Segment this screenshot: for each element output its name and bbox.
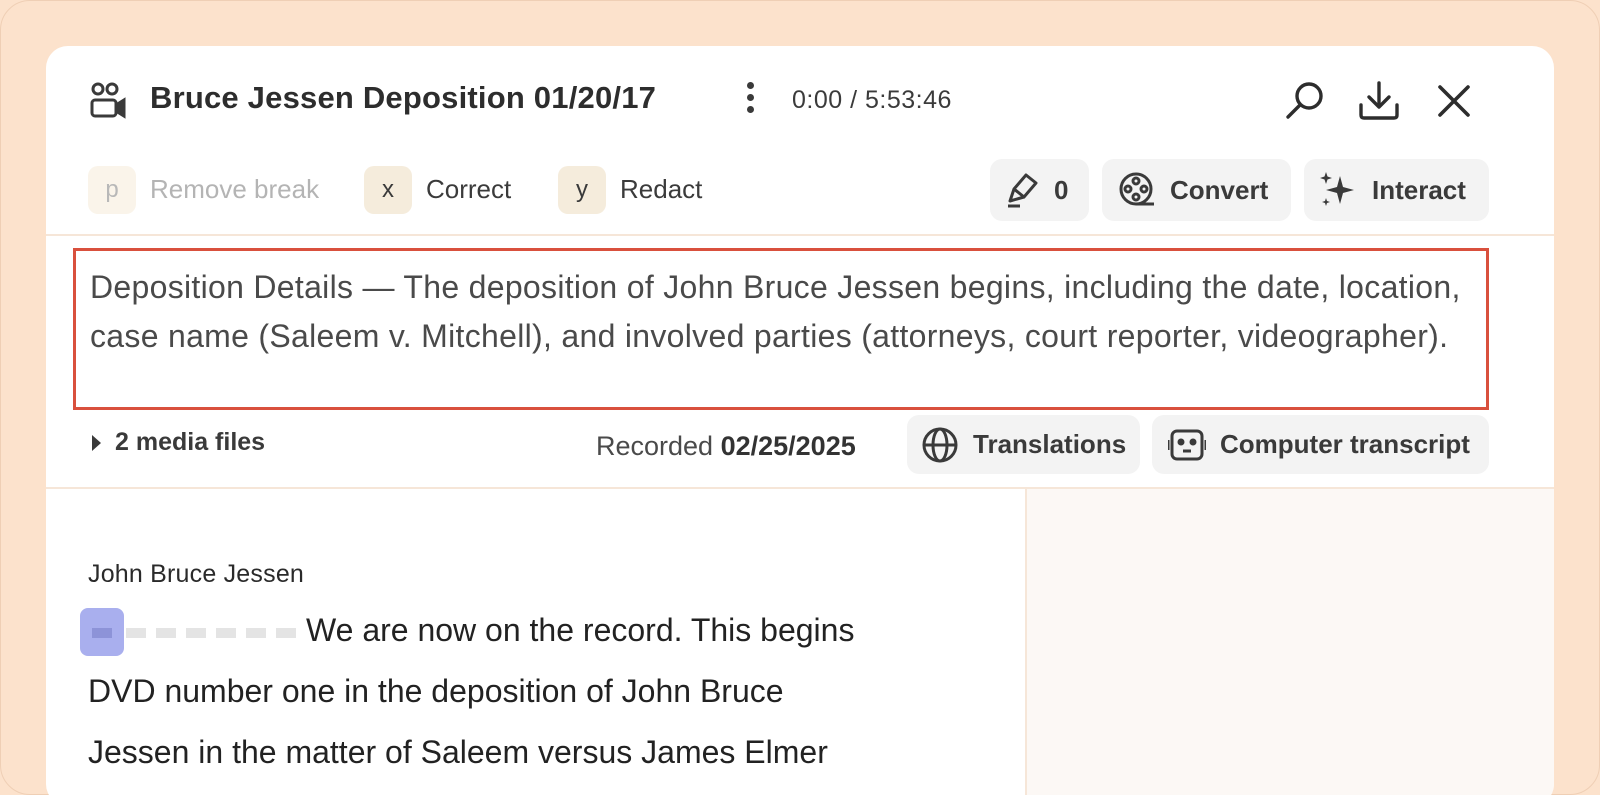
media-files-toggle[interactable]: 2 media files	[92, 428, 265, 457]
robot-icon	[1168, 429, 1206, 460]
convert-button[interactable]: Convert	[1102, 159, 1291, 221]
chapter-summary[interactable]: Deposition Details — The deposition of J…	[73, 248, 1489, 410]
people-video-icon	[90, 82, 126, 119]
redact-button[interactable]: Redact	[620, 174, 702, 205]
computer-transcript-button[interactable]: Computer transcript	[1152, 415, 1489, 474]
media-files-label: 2 media files	[115, 428, 266, 456]
speaker-name: John Bruce Jessen	[88, 560, 305, 588]
transcript-line[interactable]: DVD number one in the deposition of John…	[88, 673, 784, 710]
translations-button[interactable]: Translations	[907, 415, 1140, 474]
editing-toolbar: p Remove break x Correct y Redact 0 Conv	[46, 158, 1554, 234]
recorded-info: Recorded 02/25/2025	[596, 431, 856, 462]
transcript-line[interactable]: Jessen in the matter of Saleem versus Ja…	[88, 734, 828, 771]
highlight-button[interactable]: 0	[990, 159, 1089, 221]
redact-shortcut-key: y	[558, 166, 606, 214]
playback-time: 0:00 / 5:53:46	[792, 86, 952, 114]
transcript-panel: Bruce Jessen Deposition 01/20/17 0:00 / …	[46, 46, 1554, 795]
transcript-line[interactable]: We are now on the record. This begins	[306, 612, 854, 649]
remove-break-button[interactable]: Remove break	[150, 174, 319, 205]
close-icon[interactable]	[1431, 78, 1477, 124]
globe-icon	[922, 427, 958, 462]
side-pane	[1025, 489, 1554, 795]
caret-right-icon	[92, 434, 101, 451]
interact-button[interactable]: Interact	[1304, 159, 1489, 221]
search-icon[interactable]	[1282, 78, 1328, 124]
page-title: Bruce Jessen Deposition 01/20/17	[150, 80, 657, 115]
download-icon[interactable]	[1356, 78, 1402, 124]
translations-label: Translations	[973, 429, 1127, 459]
highlight-count: 0	[1054, 174, 1069, 205]
correct-shortcut-key: x	[364, 166, 412, 214]
recorded-date: 02/25/2025	[720, 431, 856, 461]
divider	[46, 234, 1554, 236]
film-reel-icon	[1119, 172, 1154, 206]
convert-label: Convert	[1170, 174, 1269, 205]
sparkles-icon	[1320, 172, 1354, 206]
recorded-label: Recorded	[596, 431, 714, 461]
highlighter-icon	[1008, 173, 1038, 208]
correct-button[interactable]: Correct	[426, 174, 511, 205]
panel-header: Bruce Jessen Deposition 01/20/17 0:00 / …	[46, 46, 1554, 156]
playhead-marker[interactable]	[80, 606, 300, 658]
interact-label: Interact	[1372, 174, 1466, 205]
kebab-menu-icon[interactable]	[743, 82, 757, 120]
remove-break-shortcut-key: p	[88, 166, 136, 214]
computer-transcript-label: Computer transcript	[1220, 429, 1470, 459]
